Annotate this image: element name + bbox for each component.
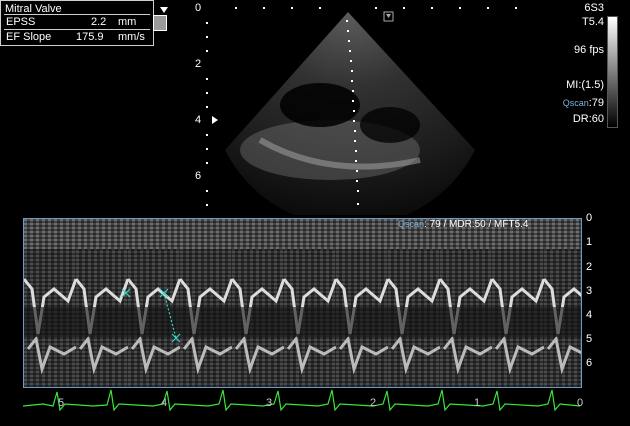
dynamic-range: DR:60 xyxy=(572,113,604,125)
mmode-depth-label: 6 xyxy=(586,357,593,369)
mmode-depth-label: 1 xyxy=(586,236,593,248)
qscan-logo: Qscan xyxy=(398,219,425,229)
depth-label: 4 xyxy=(195,114,202,126)
frame-rate: 96 fps xyxy=(574,44,604,56)
ecg-trace xyxy=(23,389,580,412)
mmode-depth-label: 4 xyxy=(586,309,593,321)
frequency: T5.4 xyxy=(581,16,604,28)
time-label: 3 xyxy=(266,397,273,409)
mmode-depth-label: 3 xyxy=(586,285,593,297)
time-label: 4 xyxy=(161,397,168,409)
time-label: 1 xyxy=(474,397,481,409)
mmode-settings: : 79 / MDR:50 / MFT5.4 xyxy=(424,219,529,230)
mmode-depth-label: 5 xyxy=(586,333,593,345)
qscan-readout: Qscan:79 xyxy=(563,97,604,109)
depth-label: 0 xyxy=(195,2,202,14)
time-label: 0 xyxy=(577,397,584,409)
sector-image xyxy=(206,7,517,215)
mechanical-index: MI:(1.5) xyxy=(566,79,604,91)
mmode-header: Qscan: 79 / MDR:50 / MFT5.4 xyxy=(398,219,529,230)
time-label: 2 xyxy=(370,397,377,409)
probe-name: 6S3 xyxy=(584,2,604,14)
qscan-logo: Qscan xyxy=(562,98,589,108)
mmode-depth-label: 0 xyxy=(586,212,593,224)
qscan-value: :79 xyxy=(588,97,604,109)
mmode-trace xyxy=(23,218,582,388)
mmode-depth-label: 2 xyxy=(586,261,593,273)
time-label: 5 xyxy=(58,397,65,409)
depth-label: 6 xyxy=(195,170,202,182)
depth-label: 2 xyxy=(195,58,202,70)
grayscale-bar xyxy=(607,16,618,128)
